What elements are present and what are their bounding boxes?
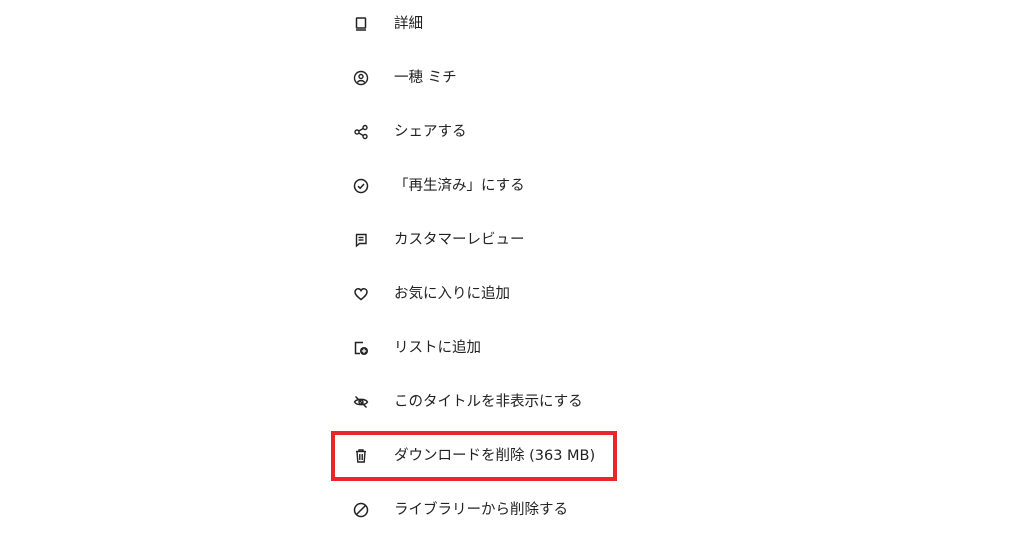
menu-item-label: ライブラリーから削除する: [394, 502, 568, 518]
menu-item-reviews[interactable]: カスタマーレビュー: [340, 225, 640, 255]
menu-item-details[interactable]: 詳細: [340, 9, 640, 39]
share-icon: [353, 124, 369, 140]
menu-item-label: このタイトルを非表示にする: [394, 394, 583, 410]
menu-item-remove-from-library[interactable]: ライブラリーから削除する: [340, 495, 640, 525]
remove-circle-icon: [353, 502, 369, 518]
add-to-list-icon: [353, 340, 369, 356]
menu-item-add-favorite[interactable]: お気に入りに追加: [340, 279, 640, 309]
highlight-box: [331, 431, 617, 481]
menu-item-hide-title[interactable]: このタイトルを非表示にする: [340, 387, 640, 417]
menu-item-label: カスタマーレビュー: [394, 232, 525, 248]
review-icon: [353, 232, 369, 248]
menu-item-label: リストに追加: [394, 340, 481, 356]
menu-item-add-to-list[interactable]: リストに追加: [340, 333, 640, 363]
hide-icon: [353, 394, 369, 410]
menu-item-label: シェアする: [394, 124, 467, 140]
check-circle-icon: [353, 178, 369, 194]
menu-item-share[interactable]: シェアする: [340, 117, 640, 147]
menu-item-author[interactable]: 一穂 ミチ: [340, 63, 640, 93]
menu-item-label: 詳細: [394, 16, 423, 32]
author-icon: [353, 70, 369, 86]
menu-item-label: 「再生済み」にする: [394, 178, 525, 194]
menu-item-label: お気に入りに追加: [394, 286, 510, 302]
menu-item-mark-played[interactable]: 「再生済み」にする: [340, 171, 640, 201]
book-icon: [353, 16, 369, 32]
menu-item-label: 一穂 ミチ: [394, 70, 457, 86]
heart-icon: [353, 286, 369, 302]
